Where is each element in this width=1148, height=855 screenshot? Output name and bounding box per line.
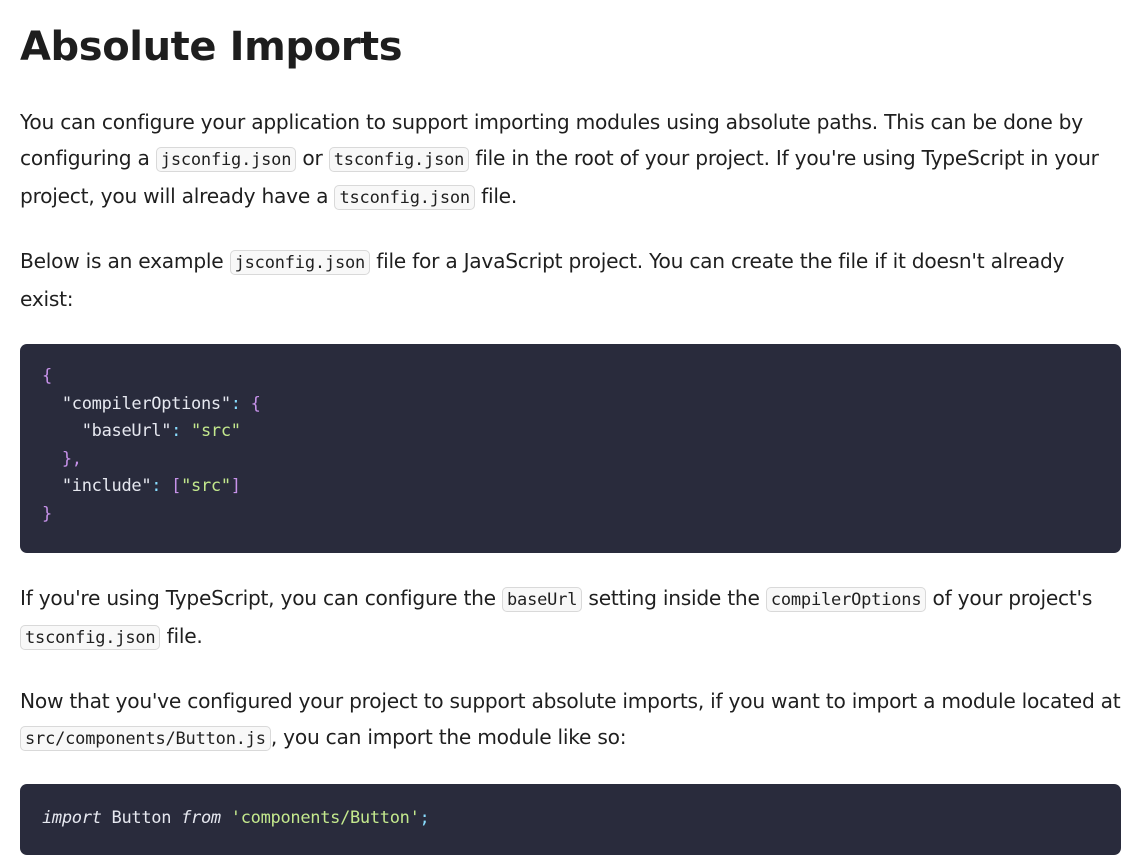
text: or xyxy=(296,146,329,170)
example-paragraph: Below is an example jsconfig.json file f… xyxy=(20,243,1121,317)
code-token: "src" xyxy=(181,476,231,497)
code-token: { xyxy=(250,393,261,414)
jsconfig-code-block: { "compilerOptions": { "baseUrl": "src" … xyxy=(20,344,1121,553)
code-content: { "compilerOptions": { "baseUrl": "src" … xyxy=(42,363,1099,529)
text: , you can import the module like so: xyxy=(270,725,627,749)
code-token: "src" xyxy=(191,421,241,442)
code-token: 'components/Button' xyxy=(230,808,420,828)
text: If you're using TypeScript, you can conf… xyxy=(20,586,503,610)
code-token: [ xyxy=(171,476,182,497)
code-token: from xyxy=(181,808,221,828)
import-paragraph: Now that you've configured your project … xyxy=(20,683,1121,757)
code-content: import Button from 'components/Button'; xyxy=(42,805,1099,833)
inline-code-jsconfig: jsconfig.json xyxy=(229,250,371,275)
inline-code-tsconfig: tsconfig.json xyxy=(334,185,475,210)
code-token: "baseUrl" xyxy=(81,421,172,442)
text: setting inside the xyxy=(582,586,766,610)
text: Now that you've configured your project … xyxy=(20,689,1121,713)
text: of your project's xyxy=(926,586,1093,610)
code-token: "compilerOptions" xyxy=(61,393,231,414)
import-code-block: import Button from 'components/Button'; xyxy=(20,784,1121,855)
code-token: import xyxy=(42,808,102,828)
intro-paragraph: You can configure your application to su… xyxy=(20,104,1121,216)
text: Below is an example xyxy=(20,249,230,273)
code-token: : xyxy=(151,476,172,497)
code-token: } xyxy=(42,503,52,524)
inline-code-tsconfig: tsconfig.json xyxy=(20,625,161,650)
inline-code-button-path: src/components/Button.js xyxy=(20,726,271,751)
code-token: : xyxy=(171,421,192,442)
typescript-paragraph: If you're using TypeScript, you can conf… xyxy=(20,580,1121,656)
code-token: }, xyxy=(61,448,82,469)
inline-code-baseurl: baseUrl xyxy=(502,587,583,612)
text: file. xyxy=(160,624,203,648)
code-token: ; xyxy=(419,808,430,828)
inline-code-jsconfig: jsconfig.json xyxy=(155,147,297,172)
code-token: "include" xyxy=(61,476,152,497)
inline-code-compileroptions: compilerOptions xyxy=(765,587,927,612)
code-token: Button xyxy=(101,808,182,828)
doc-page: Absolute Imports You can configure your … xyxy=(0,0,1148,855)
inline-code-tsconfig: tsconfig.json xyxy=(328,147,470,172)
code-token: { xyxy=(42,366,52,386)
text: file. xyxy=(474,184,518,208)
page-title: Absolute Imports xyxy=(20,24,403,70)
code-token: ] xyxy=(230,476,241,497)
code-token: : xyxy=(230,393,251,414)
